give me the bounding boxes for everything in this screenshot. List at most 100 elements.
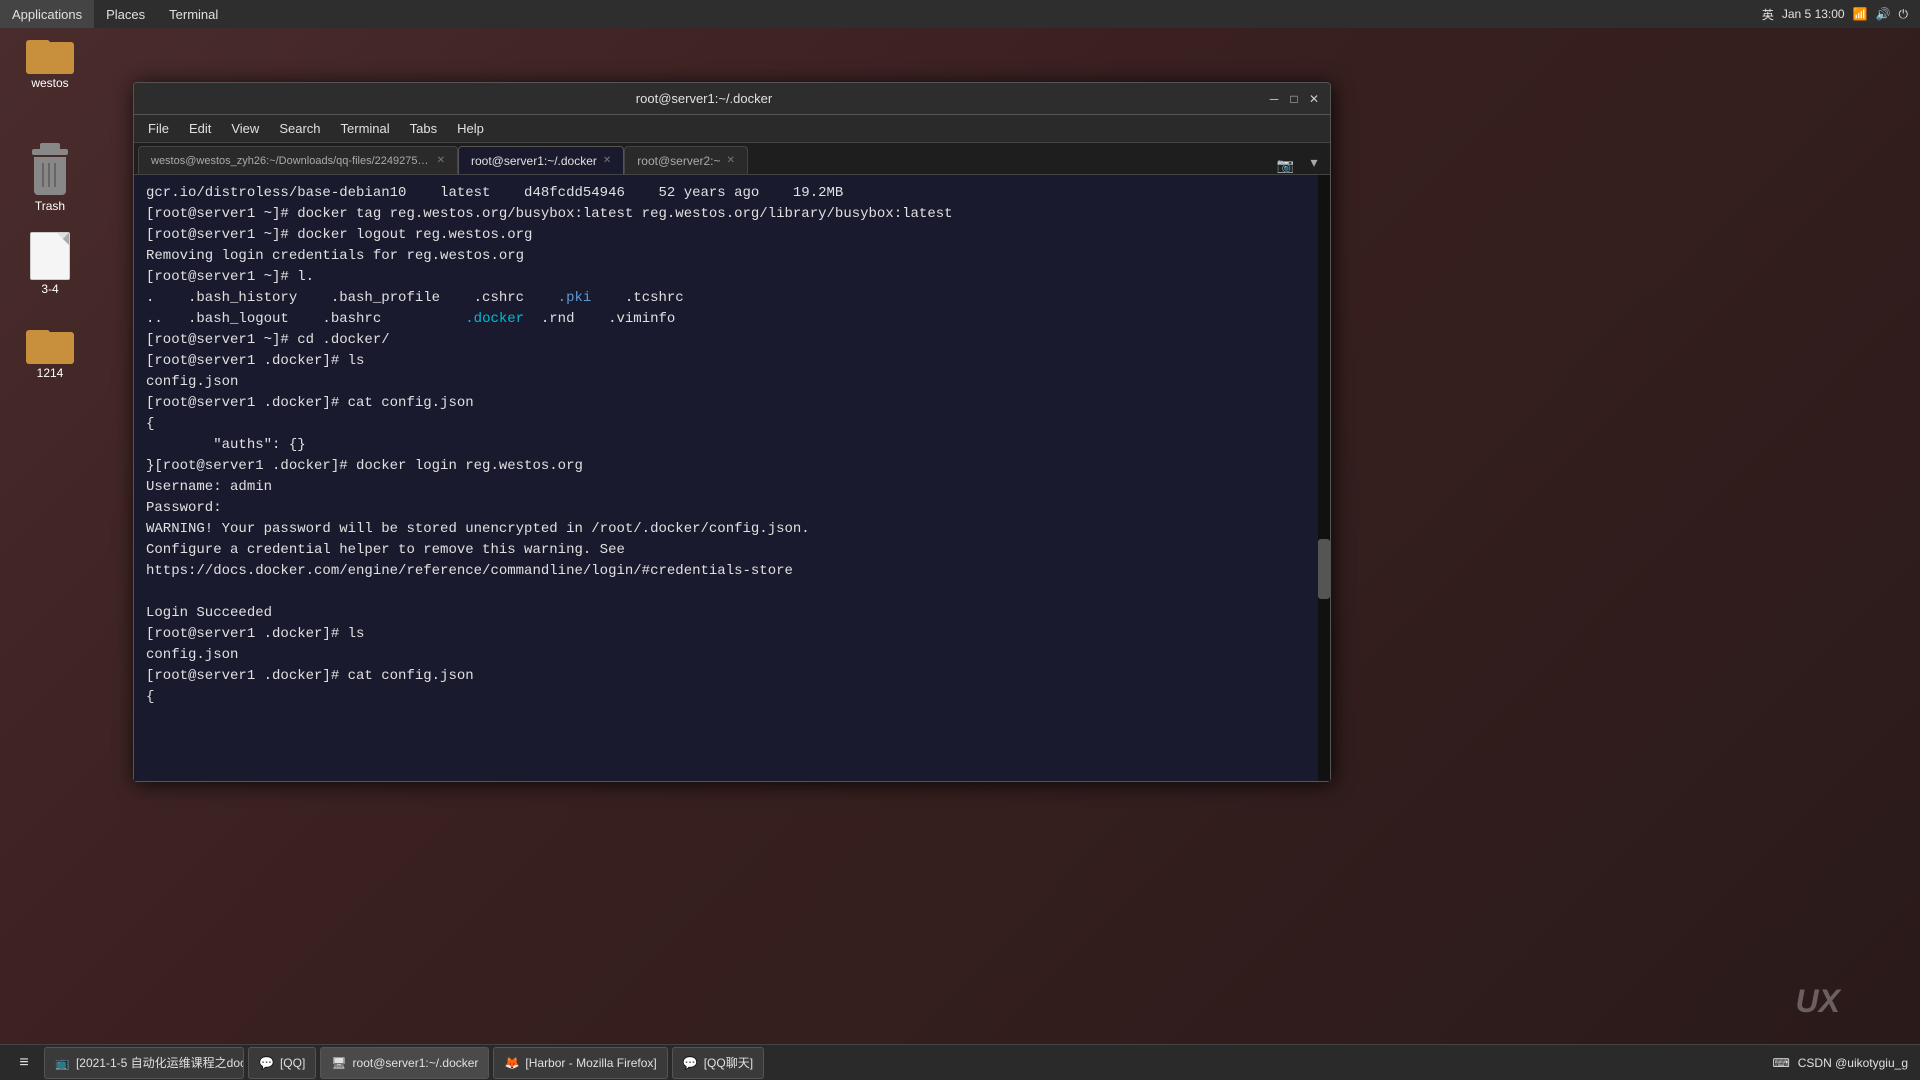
desktop-icon-label-file34: 3-4: [41, 282, 58, 296]
topbar-terminal[interactable]: Terminal: [157, 0, 230, 28]
desktop-icon-folder1214[interactable]: 1214: [10, 320, 90, 384]
terminal-line: [root@server1 ~]# docker tag reg.westos.…: [146, 204, 1318, 225]
topbar: Applications Places Terminal 英 Jan 5 13:…: [0, 0, 1920, 28]
scrollbar[interactable]: [1318, 175, 1330, 781]
topbar-places[interactable]: Places: [94, 0, 157, 28]
terminal-line: }[root@server1 .docker]# docker login re…: [146, 456, 1318, 477]
maximize-button[interactable]: □: [1286, 91, 1302, 107]
folder-icon: [26, 324, 74, 364]
terminal-line: Password:: [146, 498, 1318, 519]
taskbar-app-5-icon: 💬: [683, 1056, 698, 1070]
terminal-line: [root@server1 .docker]# ls: [146, 351, 1318, 372]
taskbar-app-2-label: [QQ]: [280, 1056, 305, 1070]
scrollbar-thumb[interactable]: [1318, 539, 1330, 599]
menu-terminal[interactable]: Terminal: [331, 115, 400, 143]
minimize-button[interactable]: ─: [1266, 91, 1282, 107]
folder-icon: [26, 34, 74, 74]
desktop: Applications Places Terminal 英 Jan 5 13:…: [0, 0, 1920, 1080]
tab-camera-icon[interactable]: 📷: [1269, 157, 1302, 174]
tab-2[interactable]: root@server1:~/.docker ✕: [458, 146, 624, 174]
taskbar-apps: 📺 [2021-1-5 自动化运维课程之docker... 💬 [QQ] 🖥 r…: [40, 1047, 764, 1079]
taskbar-app-1[interactable]: 📺 [2021-1-5 自动化运维课程之docker...: [44, 1047, 244, 1079]
terminal-line: [root@server1 .docker]# ls: [146, 624, 1318, 645]
terminal-line: Configure a credential helper to remove …: [146, 540, 1318, 561]
tab-1[interactable]: westos@westos_zyh26:~/Downloads/qq-files…: [138, 146, 458, 174]
keyboard-icon: ⌨: [1772, 1056, 1789, 1070]
taskbar-app-4[interactable]: 🦊 [Harbor - Mozilla Firefox]: [493, 1047, 667, 1079]
desktop-icon-label-trash: Trash: [35, 199, 65, 213]
menu-view[interactable]: View: [221, 115, 269, 143]
taskbar-app-2-icon: 💬: [259, 1056, 274, 1070]
desktop-icon-file34[interactable]: 3-4: [10, 228, 90, 300]
volume-icon: 🔊: [1876, 7, 1891, 21]
close-button[interactable]: ✕: [1306, 91, 1322, 107]
desktop-icon-label-1214: 1214: [37, 366, 64, 380]
taskbar-app-3-label: root@server1:~/.docker: [353, 1056, 479, 1070]
desktop-icon-trash[interactable]: Trash: [10, 145, 90, 217]
terminal-line: . .bash_history .bash_profile .cshrc .pk…: [146, 288, 1318, 309]
tab-1-label: westos@westos_zyh26:~/Downloads/qq-files…: [151, 155, 431, 167]
trash-icon: [30, 149, 70, 197]
taskbar: ≡ 📺 [2021-1-5 自动化运维课程之docker... 💬 [QQ] 🖥…: [0, 1044, 1920, 1080]
tab-1-close[interactable]: ✕: [437, 155, 445, 166]
tab-2-close[interactable]: ✕: [603, 155, 611, 166]
tab-3[interactable]: root@server2:~ ✕: [624, 146, 748, 174]
terminal-line: {: [146, 687, 1318, 708]
taskbar-app-1-icon: 📺: [55, 1056, 70, 1070]
taskbar-app-3[interactable]: 🖥 root@server1:~/.docker: [320, 1047, 489, 1079]
tab-2-label: root@server1:~/.docker: [471, 154, 597, 168]
terminal-line: config.json: [146, 372, 1318, 393]
terminal-title: root@server1:~/.docker: [142, 91, 1266, 106]
new-tab-button[interactable]: ▾: [1302, 150, 1326, 174]
terminal-line: [146, 582, 1318, 603]
tab-3-label: root@server2:~: [637, 154, 720, 168]
taskbar-app-5[interactable]: 💬 [QQ聊天]: [672, 1047, 764, 1079]
menu-search[interactable]: Search: [269, 115, 330, 143]
terminal-content[interactable]: gcr.io/distroless/base-debian10 latest d…: [134, 175, 1330, 781]
terminal-line: {: [146, 414, 1318, 435]
terminal-line: config.json: [146, 645, 1318, 666]
terminal-titlebar: root@server1:~/.docker ─ □ ✕: [134, 83, 1330, 115]
taskbar-app-1-label: [2021-1-5 自动化运维课程之docker...: [76, 1054, 244, 1071]
tab-3-close[interactable]: ✕: [727, 155, 735, 166]
wifi-icon: 📶: [1853, 7, 1868, 21]
menu-tabs[interactable]: Tabs: [400, 115, 447, 143]
topbar-applications[interactable]: Applications: [0, 0, 94, 28]
taskbar-app-4-label: [Harbor - Mozilla Firefox]: [525, 1056, 656, 1070]
taskbar-left: ≡: [0, 1047, 40, 1079]
taskbar-app-4-icon: 🦊: [504, 1056, 519, 1070]
topbar-left: Applications Places Terminal: [0, 0, 230, 28]
terminal-menubar: File Edit View Search Terminal Tabs Help: [134, 115, 1330, 143]
taskbar-right: ⌨ CSDN @uikotygiu_g: [1772, 1056, 1920, 1070]
terminal-line: [root@server1 ~]# cd .docker/: [146, 330, 1318, 351]
taskbar-app-5-label: [QQ聊天]: [704, 1054, 753, 1071]
datetime: Jan 5 13:00: [1782, 7, 1845, 21]
terminal-line: "auths": {}: [146, 435, 1318, 456]
taskbar-menu-button[interactable]: ≡: [8, 1047, 40, 1079]
topbar-right: 英 Jan 5 13:00 📶 🔊 ⏻: [1762, 6, 1920, 23]
terminal-line: WARNING! Your password will be stored un…: [146, 519, 1318, 540]
ux-watermark: UX: [1796, 983, 1840, 1020]
terminal-line: https://docs.docker.com/engine/reference…: [146, 561, 1318, 582]
terminal-line: Login Succeeded: [146, 603, 1318, 624]
menu-file[interactable]: File: [138, 115, 179, 143]
menu-help[interactable]: Help: [447, 115, 494, 143]
terminal-tabs: westos@westos_zyh26:~/Downloads/qq-files…: [134, 143, 1330, 175]
terminal-line: [root@server1 ~]# docker logout reg.west…: [146, 225, 1318, 246]
power-icon: ⏻: [1899, 7, 1909, 22]
terminal-line: Username: admin: [146, 477, 1318, 498]
terminal-line: Removing login credentials for reg.westo…: [146, 246, 1318, 267]
terminal-window: root@server1:~/.docker ─ □ ✕ File Edit V…: [133, 82, 1331, 782]
terminal-line: gcr.io/distroless/base-debian10 latest d…: [146, 183, 1318, 204]
terminal-line: [root@server1 ~]# l.: [146, 267, 1318, 288]
language-indicator: 英: [1762, 6, 1774, 23]
taskbar-app-3-icon: 🖥: [331, 1056, 346, 1070]
terminal-line: [root@server1 .docker]# cat config.json: [146, 393, 1318, 414]
terminal-line: .. .bash_logout .bashrc .docker .rnd .vi…: [146, 309, 1318, 330]
menu-edit[interactable]: Edit: [179, 115, 221, 143]
desktop-icon-westos[interactable]: westos: [10, 30, 90, 94]
csdn-label: CSDN @uikotygiu_g: [1798, 1056, 1908, 1070]
taskbar-app-2[interactable]: 💬 [QQ]: [248, 1047, 316, 1079]
terminal-line: [root@server1 .docker]# cat config.json: [146, 666, 1318, 687]
window-controls: ─ □ ✕: [1266, 91, 1322, 107]
